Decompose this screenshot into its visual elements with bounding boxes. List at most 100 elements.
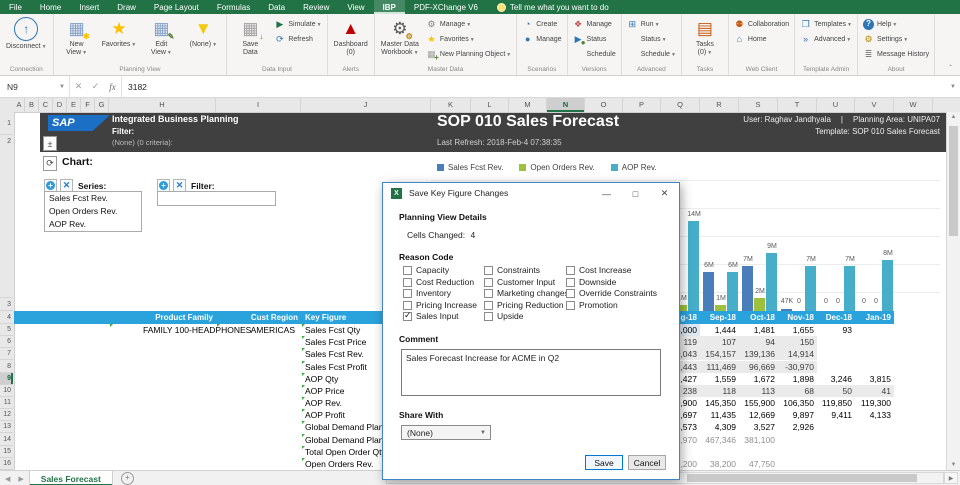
maximize-icon[interactable]: □ [621,183,650,204]
ribbon-item-schedule[interactable]: Schedule [571,47,618,61]
expand-formula-bar-icon[interactable]: ▼ [946,76,960,97]
cell-aop-qty-nov-18[interactable]: 1,898 [778,373,817,385]
tab-review[interactable]: Review [294,0,338,14]
enter-entry-icon[interactable]: ✓ [87,76,104,97]
column-header-j[interactable]: J [301,97,431,112]
tab-view[interactable]: View [338,0,373,14]
ribbon-item-favorites[interactable]: ★Favorites▼ [99,16,140,64]
ribbon-item-refresh[interactable]: ⟳Refresh [272,32,323,46]
ribbon-item-schedule[interactable]: Schedule▼ [625,47,678,61]
cell-open-orders-rev-sep-18[interactable]: 38,200 [700,458,739,470]
column-header-n[interactable]: N [547,97,585,112]
cell-aop-profit-dec-18[interactable]: 9,411 [817,409,855,421]
cancel-entry-icon[interactable]: ✕ [70,76,87,97]
cell-aop-rev-nov-18[interactable]: 106,350 [778,397,817,409]
cell-sales-fcst-rev-sep-18[interactable]: 154,157 [700,348,739,360]
row-header-6[interactable]: 6 [0,336,13,348]
cell-global-demand-plan-rev-sep-18[interactable]: 467,346 [700,434,739,446]
vertical-scroll-thumb[interactable] [949,126,958,236]
row-header-10[interactable]: 10 [0,385,13,397]
row-header-12[interactable]: 12 [0,409,13,421]
cell-open-orders-rev-jan-19[interactable] [855,458,894,470]
row-header-1[interactable]: 1 [0,112,13,135]
tab-draw[interactable]: Draw [108,0,145,14]
column-header-t[interactable]: T [778,97,817,112]
cell-sales-fcst-qty-jan-19[interactable] [855,324,894,336]
cell-sales-fcst-profit-sep-18[interactable]: 111,469 [700,361,739,373]
column-header-v[interactable]: V [855,97,894,112]
checkbox-upside[interactable] [484,312,493,321]
ribbon-item-master-data-workbook[interactable]: ⚙⚙Master DataWorkbook▼ [378,16,422,64]
checkbox-inventory[interactable] [403,289,412,298]
ribbon-item-save-data[interactable]: ▦↓SaveData [230,16,270,64]
ribbon-item-status[interactable]: Status▼ [625,32,678,46]
cell-cust-region[interactable]: AMERICAS [216,324,298,336]
cell-sales-fcst-rev-oct-18[interactable]: 139,136 [739,348,778,360]
close-icon[interactable]: ✕ [650,183,679,204]
checkbox-override-constraints[interactable] [566,289,575,298]
cell-aop-rev-dec-18[interactable]: 119,850 [817,397,855,409]
save-button[interactable]: Save [585,455,623,470]
ribbon-item-simulate[interactable]: ▶Simulate▼ [272,17,323,31]
cell-sales-fcst-qty-nov-18[interactable]: 1,655 [778,324,817,336]
name-box[interactable]: N9 ▼ [0,76,70,97]
ribbon-item-edit-view[interactable]: ▦✎EditView▼ [141,16,181,64]
column-header-a[interactable]: A [14,97,25,112]
checkbox-capacity[interactable] [403,266,412,275]
ribbon-item-tasks-0[interactable]: ▤Tasks(0)▼ [685,16,725,64]
column-header-c[interactable]: C [39,97,53,112]
cell-total-open-order-qty-nov-18[interactable] [778,446,817,458]
tab-data[interactable]: Data [259,0,294,14]
cell-global-demand-plan-qty-jan-19[interactable] [855,421,894,433]
cell-aop-price-nov-18[interactable]: 68 [778,385,817,397]
ribbon-item-help[interactable]: ?Help▼ [861,17,931,31]
tab-pdf-xchange-v6[interactable]: PDF-XChange V6 [405,0,487,14]
cell-sales-fcst-qty-sep-18[interactable]: 1,444 [700,324,739,336]
column-header-u[interactable]: U [817,97,855,112]
cell-global-demand-plan-qty-sep-18[interactable]: 4,309 [700,421,739,433]
formula-input[interactable]: 3182 [121,76,946,97]
cell-total-open-order-qty-oct-18[interactable] [739,446,778,458]
cell-total-open-order-qty-jan-19[interactable] [855,446,894,458]
column-header-e[interactable]: E [67,97,81,112]
cell-aop-price-dec-18[interactable]: 50 [817,385,855,397]
cell-aop-rev-jan-19[interactable]: 119,300 [855,397,894,409]
ribbon-item-new-view[interactable]: ▦✱NewView▼ [57,16,97,64]
cell-global-demand-plan-rev-dec-18[interactable] [817,434,855,446]
checkbox-pricing-reduction[interactable] [484,301,493,310]
ribbon-item-create[interactable]: ◔Create [520,17,563,31]
share-with-dropdown[interactable]: (None) ▼ [401,425,491,440]
cell-aop-profit-jan-19[interactable]: 4,133 [855,409,894,421]
cell-sales-fcst-profit-jan-19[interactable] [855,361,894,373]
column-header-r[interactable]: R [700,97,739,112]
checkbox-cost-increase[interactable] [566,266,575,275]
collapse-header-button[interactable]: ± [43,136,57,151]
insert-function-icon[interactable]: fx [104,76,121,97]
cell-global-demand-plan-qty-dec-18[interactable] [817,421,855,433]
cell-aop-qty-oct-18[interactable]: 1,672 [739,373,778,385]
cell-aop-qty-jan-19[interactable]: 3,815 [855,373,894,385]
ribbon-item-dashboard-0[interactable]: ▲Dashboard(0) [331,16,371,64]
checkbox-downside[interactable] [566,278,575,287]
sheet-tab-sales-forecast[interactable]: Sales Forecast [29,471,113,485]
cell-sales-fcst-rev-jan-19[interactable] [855,348,894,360]
tab-home[interactable]: Home [31,0,70,14]
column-header-w[interactable]: W [894,97,933,112]
scroll-up-icon[interactable]: ▲ [947,114,960,120]
cell-global-demand-plan-qty-nov-18[interactable]: 2,926 [778,421,817,433]
ribbon-item-home[interactable]: ⌂Home [732,32,791,46]
row-header-2[interactable]: 2 [0,135,13,298]
cell-sales-fcst-rev-dec-18[interactable] [817,348,855,360]
ribbon-item-manage[interactable]: ❖Manage [571,17,618,31]
column-header-p[interactable]: P [623,97,661,112]
sheet-next-icon[interactable]: ▶ [18,475,23,483]
cell-sales-fcst-price-nov-18[interactable]: 150 [778,336,817,348]
tab-insert[interactable]: Insert [70,0,108,14]
ribbon-item-message-history[interactable]: ≣Message History [861,47,931,61]
name-box-dropdown-icon[interactable]: ▼ [59,84,65,90]
cell-total-open-order-qty-dec-18[interactable] [817,446,855,458]
tell-me-box[interactable]: Tell me what you want to do [487,0,609,14]
cell-sales-fcst-price-jan-19[interactable] [855,336,894,348]
cell-aop-profit-sep-18[interactable]: 11,435 [700,409,739,421]
ribbon-item-templates[interactable]: ❐Templates▼ [798,17,854,31]
